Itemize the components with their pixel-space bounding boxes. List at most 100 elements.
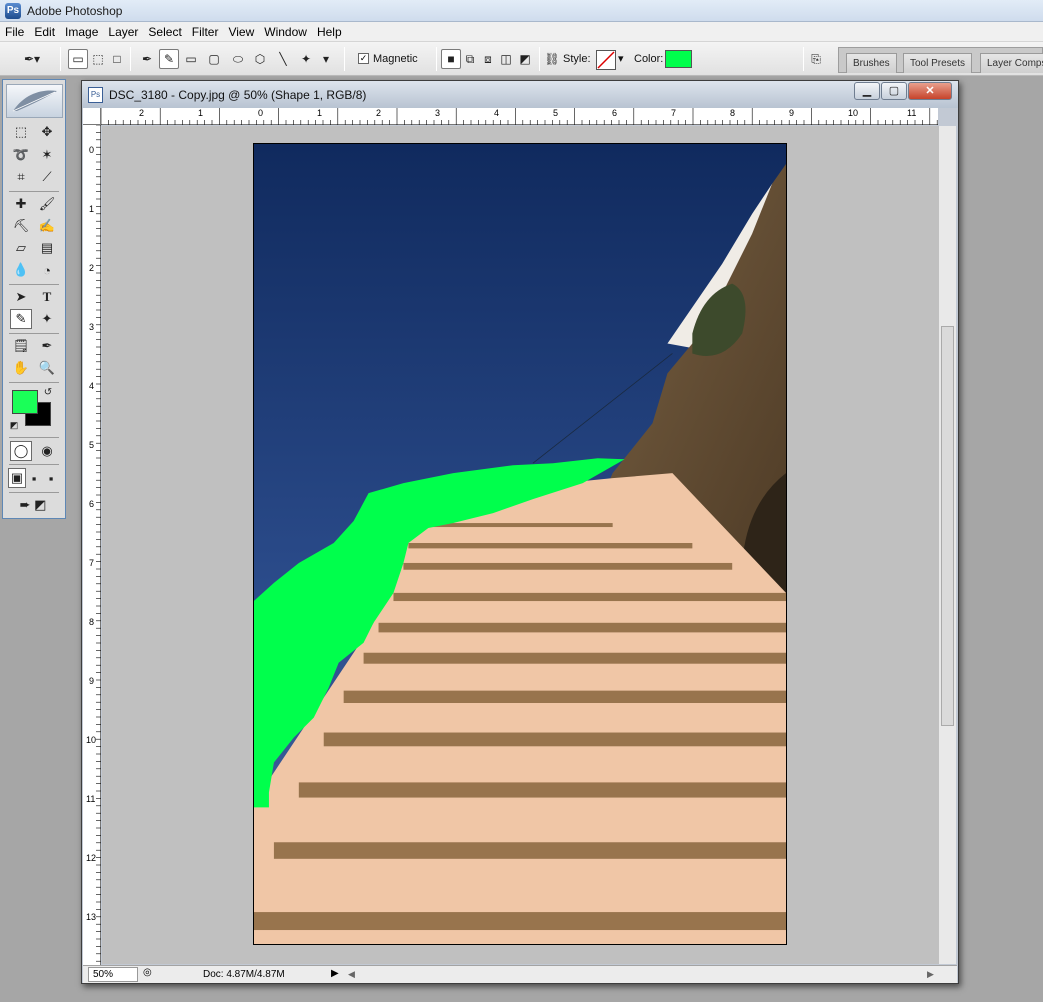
jump-to-imageready-icon[interactable]: ➨ ◩ [12,495,54,515]
custom-shape-icon[interactable]: ✦ [296,49,316,69]
freeform-pen-icon[interactable]: ✎ [159,49,179,69]
palette-well-icon[interactable]: ⎘ [806,49,826,69]
photo-canvas[interactable] [253,143,787,945]
menu-bar: File Edit Image Layer Select Filter View Window… [0,22,1043,42]
toolbox-separator [9,191,59,192]
path-selection-icon[interactable]: ➤ [10,287,32,307]
slice-tool-icon[interactable]: ⟋ [36,167,58,187]
toolbox-separator [9,333,59,334]
minimize-button[interactable]: ▁ [854,82,880,100]
brush-tool-icon[interactable]: 🖌 [36,194,58,214]
create-new-shape-layer-button[interactable]: ■ [441,49,461,69]
lasso-tool-icon[interactable]: ➰ [10,145,32,165]
photoshop-app-icon: Ps [5,3,21,19]
palette-well: Brushes Tool Presets Layer Comps [838,47,1043,73]
rounded-rectangle-icon[interactable]: ▢ [204,49,224,69]
zoom-field[interactable]: 50% [88,967,138,982]
options-separator [436,47,437,71]
healing-brush-icon[interactable]: ✚ [10,194,32,214]
options-separator [130,47,131,71]
move-tool-icon[interactable]: ✥ [36,122,58,142]
standard-mode-icon[interactable]: ◯ [10,441,32,461]
link-layer-style-icon[interactable]: ⛓ [542,49,562,69]
scroll-left-icon[interactable]: ◀ [348,969,355,980]
menu-window[interactable]: Window [259,22,312,42]
menu-filter[interactable]: Filter [187,22,224,42]
close-button[interactable]: ✕ [908,82,952,100]
crop-tool-icon[interactable]: ⌗ [10,167,32,187]
fill-pixels-button[interactable]: □ [107,49,127,69]
blur-tool-icon[interactable]: 💧 [10,260,32,280]
dodge-tool-icon[interactable]: ◔ [36,260,58,280]
default-colors-icon[interactable]: ◩ [7,418,21,432]
standard-screen-mode-icon[interactable]: ▣ [8,468,26,488]
document-title-bar[interactable]: Ps DSC_3180 - Copy.jpg @ 50% (Shape 1, R… [82,81,958,108]
style-dropdown-icon[interactable]: ▾ [618,52,624,65]
style-swatch[interactable] [596,50,616,70]
toolbox-separator [9,437,59,438]
app-title-bar: Ps Adobe Photoshop [0,0,1043,22]
paths-button[interactable]: ⬚ [88,49,108,69]
menu-edit[interactable]: Edit [29,22,60,42]
color-label: Color: [634,53,664,65]
history-brush-icon[interactable]: ✍ [36,216,58,236]
rectangle-tool-icon[interactable]: ▭ [181,49,201,69]
magic-wand-icon[interactable]: ✶ [36,145,58,165]
add-to-shape-area-icon[interactable]: ⧉ [460,49,480,69]
exclude-overlapping-icon[interactable]: ◩ [515,49,535,69]
canvas-area[interactable] [102,126,939,964]
ellipse-tool-icon[interactable]: ⬭ [228,49,248,69]
custom-shape-tool-icon[interactable]: ✦ [36,309,58,329]
notes-tool-icon[interactable]: 🗒 [10,336,32,356]
maximize-button[interactable]: ▢ [881,82,907,100]
ruler-origin[interactable] [83,108,101,125]
status-arrow-icon[interactable]: ▶ [331,968,339,979]
shape-color-swatch[interactable] [665,50,692,68]
pen-tool-icon[interactable]: ✒ [137,49,157,69]
type-tool-icon[interactable]: T [36,287,58,307]
eyedropper-tool-icon[interactable]: ✒ [36,336,58,356]
menu-file[interactable]: File [0,22,29,42]
app-title: Adobe Photoshop [27,4,123,18]
tab-tool-presets[interactable]: Tool Presets [903,53,973,73]
quick-mask-mode-icon[interactable]: ◉ [36,441,58,461]
tool-preset-picker-icon[interactable]: ✒▾ [22,49,42,69]
toolbox-separator [9,492,59,493]
document-window: Ps DSC_3180 - Copy.jpg @ 50% (Shape 1, R… [81,80,959,984]
horizontal-ruler[interactable]: 2 1 0 1 2 3 4 5 6 7 8 9 10 11 [101,108,938,125]
geometry-options-dropdown-icon[interactable]: ▾ [316,49,336,69]
toolbox: ⬚ ✥ ➰ ✶ ⌗ ⟋ ✚ 🖌 ⛏ ✍ ▱ ▤ 💧 ◔ ➤ T ✎ ✦ 🗒 ✒ … [2,79,66,519]
menu-view[interactable]: View [223,22,259,42]
full-screen-menu-mode-icon[interactable]: ▪ [25,468,43,488]
menu-select[interactable]: Select [143,22,186,42]
eraser-tool-icon[interactable]: ▱ [10,238,32,258]
foreground-color-swatch[interactable] [12,390,38,414]
subtract-shape-area-icon[interactable]: ⧈ [478,49,498,69]
tab-layer-comps[interactable]: Layer Comps [980,53,1043,73]
vertical-ruler[interactable]: 0 1 2 3 4 5 6 7 8 9 10 11 12 13 [83,125,101,965]
line-tool-icon[interactable]: ╲ [273,49,293,69]
tab-brushes[interactable]: Brushes [846,53,897,73]
menu-image[interactable]: Image [60,22,103,42]
clone-stamp-icon[interactable]: ⛏ [10,216,32,236]
options-separator [344,47,345,71]
magnetic-checkbox[interactable]: ✓ [358,53,369,64]
status-menu-icon[interactable]: ◎ [143,967,152,978]
polygon-tool-icon[interactable]: ⬡ [250,49,270,69]
freeform-pen-tool-icon[interactable]: ✎ [10,309,32,329]
document-icon: Ps [88,87,103,103]
zoom-tool-icon[interactable]: 🔍 [36,358,58,378]
vertical-scrollbar-thumb[interactable] [941,326,954,726]
full-screen-mode-icon[interactable]: ▪ [42,468,60,488]
scroll-right-icon[interactable]: ▶ [927,969,934,980]
feather-icon[interactable] [6,84,63,118]
menu-help[interactable]: Help [312,22,347,42]
menu-layer[interactable]: Layer [103,22,143,42]
gradient-tool-icon[interactable]: ▤ [36,238,58,258]
swap-colors-icon[interactable]: ↺ [41,385,55,399]
hand-tool-icon[interactable]: ✋ [10,358,32,378]
intersect-shape-areas-icon[interactable]: ◫ [496,49,516,69]
shape-layers-button[interactable]: ▭ [68,49,88,69]
vertical-scrollbar[interactable] [939,126,956,964]
marquee-tool-icon[interactable]: ⬚ [10,122,32,142]
